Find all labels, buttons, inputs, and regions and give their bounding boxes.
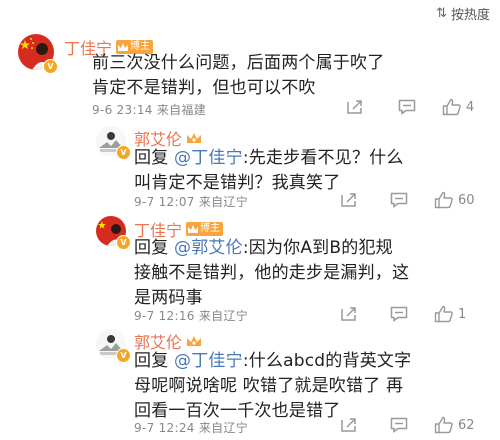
like-icon [434, 416, 453, 434]
timestamp: 9-6 23:14 [92, 103, 153, 117]
crown-icon [187, 335, 202, 346]
like-button[interactable]: 1 [434, 305, 466, 323]
mention-link[interactable]: @丁佳宁 [174, 351, 243, 371]
source: 来自辽宁 [198, 421, 249, 435]
host-badge-label: 博主 [200, 223, 221, 234]
share-button[interactable] [340, 192, 390, 208]
share-button[interactable] [346, 99, 398, 115]
text-first: :什么abcd的背英文字 [242, 351, 412, 371]
mention-link[interactable]: @郭艾伦 [174, 238, 243, 258]
share-icon [341, 193, 356, 207]
like-icon [434, 305, 453, 323]
comment-text: 回复 @丁佳宁:先走步看不见？什么 叫肯定不是错判？我真笑了 [134, 146, 404, 196]
text-line: 母呢啊说啥呢 吹错了就是吹错了 再 [134, 376, 404, 396]
timestamp: 9-7 12:07 [134, 195, 195, 209]
timestamp: 9-7 12:24 [134, 421, 195, 435]
text-first: :因为你A到B的犯规 [242, 238, 393, 258]
verified-icon: V [43, 59, 58, 74]
reply-button[interactable] [390, 192, 434, 208]
text-first: :先走步看不见？什么 [242, 148, 404, 168]
like-count: 1 [458, 306, 467, 322]
host-badge: 博主 [186, 222, 224, 236]
text-line: 接触不是错判，他的走步是漏判，这 [134, 263, 410, 283]
text-line: 前三次没什么问题，后面两个属于吹了 [92, 53, 385, 73]
like-button[interactable]: 4 [442, 98, 474, 116]
source: 来自福建 [156, 103, 207, 117]
crown-icon [188, 224, 199, 233]
crown-icon [187, 132, 202, 143]
reply-icon [390, 417, 408, 433]
reply-button[interactable] [390, 306, 434, 322]
mention-link[interactable]: @丁佳宁 [174, 148, 243, 168]
reply-prefix: 回复 [134, 238, 169, 258]
comment-text: 前三次没什么问题，后面两个属于吹了 肯定不是错判，但也可以不吹 [92, 51, 384, 101]
source: 来自辽宁 [198, 309, 249, 323]
comment-meta: 9-7 12:16 来自辽宁 [134, 307, 248, 324]
comment-meta: 9-7 12:24 来自辽宁 [134, 419, 248, 436]
comment-actions: 60 [340, 191, 475, 209]
comment-meta: 9-6 23:14 来自福建 [92, 101, 206, 118]
reply-icon [390, 306, 408, 322]
comment-actions: 1 [340, 305, 466, 323]
verified-icon: V [116, 235, 131, 250]
sort-toggle[interactable]: ⇅ 按热度 [436, 4, 490, 23]
verified-icon: V [116, 348, 131, 363]
sort-icon: ⇅ [436, 6, 447, 21]
share-icon [347, 100, 362, 114]
share-icon [341, 307, 356, 321]
like-icon [434, 191, 453, 209]
share-icon [341, 418, 356, 432]
timestamp: 9-7 12:16 [134, 309, 195, 323]
text-line: 回复 @丁佳宁:先走步看不见？什么 [134, 146, 404, 171]
text-line: 回复 @丁佳宁:什么abcd的背英文字 [134, 349, 411, 374]
comment-actions: 4 [346, 98, 474, 116]
comment-text: 回复 @郭艾伦:因为你A到B的犯规 接触不是错判，他的走步是漏判，这 是两码事 [134, 236, 409, 311]
like-count: 60 [458, 192, 475, 208]
reply-icon [398, 99, 416, 115]
like-count: 4 [466, 99, 475, 115]
source: 来自辽宁 [198, 195, 249, 209]
share-button[interactable] [340, 306, 390, 322]
text-line: 回复 @郭艾伦:因为你A到B的犯规 [134, 236, 409, 261]
reply-icon [390, 192, 408, 208]
share-button[interactable] [340, 417, 390, 433]
like-button[interactable]: 62 [434, 416, 475, 434]
sort-label: 按热度 [450, 8, 490, 23]
reply-button[interactable] [390, 417, 434, 433]
comment-meta: 9-7 12:07 来自辽宁 [134, 193, 248, 210]
like-icon [442, 98, 461, 116]
like-button[interactable]: 60 [434, 191, 475, 209]
comment-text: 回复 @丁佳宁:什么abcd的背英文字 母呢啊说啥呢 吹错了就是吹错了 再 回看… [134, 349, 411, 424]
verified-icon: V [116, 145, 131, 160]
like-count: 62 [458, 417, 475, 433]
reply-button[interactable] [398, 99, 442, 115]
reply-prefix: 回复 [134, 148, 169, 168]
comment-actions: 62 [340, 416, 475, 434]
text-line: 肯定不是错判，但也可以不吹 [92, 78, 316, 98]
reply-prefix: 回复 [134, 351, 169, 371]
